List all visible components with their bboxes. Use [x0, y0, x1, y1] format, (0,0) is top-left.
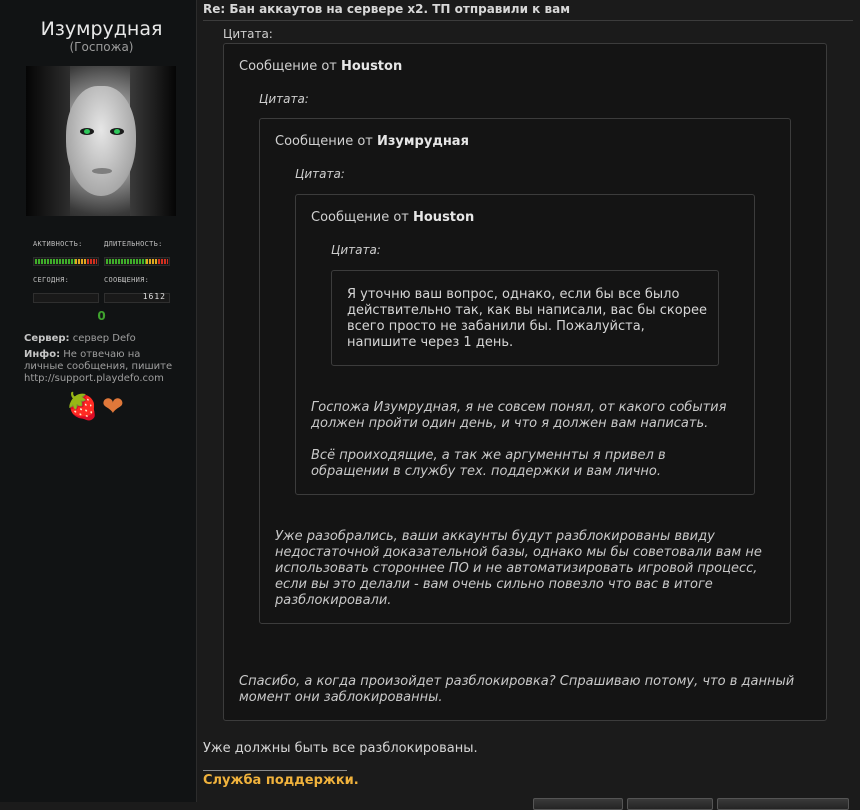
messages-count: 1612 — [142, 292, 166, 301]
messages-box: 1612 — [104, 292, 170, 303]
server-label: Сервер: — [24, 333, 70, 344]
user-sidebar: Изумрудная (Госпожа) Активность: Длитель… — [0, 0, 197, 802]
quote-header-prefix: Сообщение от — [239, 59, 337, 74]
avatar[interactable] — [26, 66, 176, 216]
server-info: Сервер: сервер Defo — [24, 333, 174, 345]
quote-author[interactable]: Houston — [341, 59, 402, 74]
winged-heart-icon[interactable]: ❤ — [102, 392, 124, 422]
post-content: Re: Бан аккаутов на сервере x2. ТП отпра… — [197, 0, 860, 810]
quote-header: Сообщение от Изумрудная — [275, 134, 469, 149]
server-value: сервер Defo — [72, 333, 136, 344]
quote-header-prefix: Сообщение от — [311, 210, 409, 225]
divider — [203, 20, 853, 21]
post-action-button[interactable] — [533, 798, 623, 810]
quote-label: Цитата: — [259, 92, 309, 106]
signature: Служба поддержки. — [203, 773, 359, 788]
quote-author[interactable]: Изумрудная — [377, 134, 469, 149]
quote-header-prefix: Сообщение от — [275, 134, 373, 149]
username[interactable]: Изумрудная — [0, 18, 203, 40]
quote-label: Цитата: — [295, 167, 345, 181]
quote-header: Сообщение от Houston — [311, 210, 474, 225]
user-info: Инфо: Не отвечаю на личные сообщения, пи… — [24, 349, 174, 385]
signature-divider — [203, 770, 347, 771]
info-label: Инфо: — [24, 349, 61, 360]
duration-bar — [104, 257, 170, 266]
post-action-button[interactable] — [717, 798, 849, 810]
today-box — [33, 293, 99, 303]
user-title: (Госпожа) — [69, 40, 134, 54]
messages-label: Сообщения: — [104, 276, 150, 284]
today-count: 0 — [97, 309, 106, 323]
post-body: Уже должны быть все разблокированы. — [203, 741, 478, 756]
quote-reply: Уже разобрались, ваши аккаунты будут раз… — [275, 529, 762, 608]
quote-label: Цитата: — [331, 243, 381, 257]
post-action-button[interactable] — [627, 798, 713, 810]
quote-header: Сообщение от Houston — [239, 59, 402, 74]
post-title: Re: Бан аккаутов на сервере x2. ТП отпра… — [203, 2, 571, 16]
quote-author[interactable]: Houston — [413, 210, 474, 225]
quote-reply: Спасибо, а когда произойдет разблокировк… — [239, 674, 795, 705]
activity-label: Активность: — [33, 240, 83, 248]
activity-bar — [33, 257, 99, 266]
quote-label: Цитата: — [223, 27, 273, 41]
strawberry-icon[interactable]: 🍓 — [66, 392, 98, 422]
today-label: Сегодня: — [33, 276, 70, 284]
duration-label: Длительность: — [104, 240, 163, 248]
quote-reply: Всё проиходящие, а так же аргуменнты я п… — [311, 448, 666, 479]
quote-text: Я уточню ваш вопрос, однако, если бы все… — [347, 287, 707, 350]
quote-reply: Госпожа Изумрудная, я не совсем понял, о… — [311, 400, 727, 431]
